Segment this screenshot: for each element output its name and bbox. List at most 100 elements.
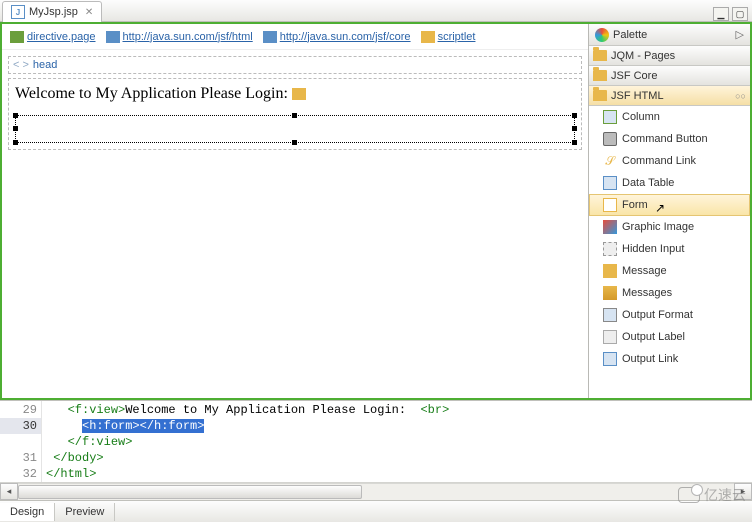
close-icon[interactable]: ✕ xyxy=(85,7,93,18)
palette-item[interactable]: Form ↖ xyxy=(589,194,750,216)
scroll-track[interactable] xyxy=(18,483,734,500)
palette-item-list: Column Command Button 𝒮Command Link Data Ta… xyxy=(589,106,750,398)
code-line[interactable]: <f:view>Welcome to My Application Please… xyxy=(46,402,752,418)
design-toolbar: directive.page http://java.sun.com/jsf/ht… xyxy=(2,24,588,50)
drawer-label: JSF Core xyxy=(611,70,657,82)
tab-title: MyJsp.jsp xyxy=(29,6,78,18)
graphic-icon xyxy=(603,220,617,234)
resize-handle[interactable] xyxy=(572,140,577,145)
welcome-text-row: Welcome to My Application Please Login: xyxy=(15,85,575,103)
resize-handle[interactable] xyxy=(572,113,577,118)
head-element-box[interactable]: < > head xyxy=(8,56,582,74)
line-number: 29 xyxy=(0,402,37,418)
tag-icon: < > xyxy=(13,59,29,71)
palette-drawer[interactable]: JQM - Pages xyxy=(589,46,750,66)
scroll-right-button[interactable]: ▸ xyxy=(734,483,752,500)
palette-item[interactable]: Message xyxy=(589,260,750,282)
datatable-icon xyxy=(603,176,617,190)
resize-handle[interactable] xyxy=(292,113,297,118)
code-line[interactable]: </html> xyxy=(46,466,752,482)
palette-panel: Palette ▷ JQM - PagesJSF CoreJSF HTML○○ … xyxy=(588,24,750,398)
code-line[interactable]: </f:view> xyxy=(46,434,752,450)
maximize-button[interactable]: ▢ xyxy=(732,7,748,21)
palette-item[interactable]: Column xyxy=(589,106,750,128)
editor-tab-bar: J MyJsp.jsp ✕ ▁ ▢ xyxy=(0,0,752,22)
resize-handle[interactable] xyxy=(13,113,18,118)
palette-item-label: Data Table xyxy=(622,177,674,189)
tab-bar-controls: ▁ ▢ xyxy=(713,7,752,21)
scroll-left-button[interactable]: ◂ xyxy=(0,483,18,500)
palette-item-label: Form xyxy=(622,199,648,211)
palette-item-label: Output Link xyxy=(622,353,678,365)
cmdbtn-icon xyxy=(603,132,617,146)
toolbar-item[interactable]: directive.page xyxy=(10,31,96,43)
messages-icon xyxy=(603,286,617,300)
drawer-label: JQM - Pages xyxy=(611,50,675,62)
tab-design[interactable]: Design xyxy=(0,503,55,521)
palette-item[interactable]: Hidden Input xyxy=(589,238,750,260)
palette-item-label: Graphic Image xyxy=(622,221,694,233)
source-editor[interactable]: 2930313233 <f:view>Welcome to My Applica… xyxy=(0,400,752,482)
palette-drawer[interactable]: JSF Core xyxy=(589,66,750,86)
resize-handle[interactable] xyxy=(572,126,577,131)
palette-item-label: Command Button xyxy=(622,133,708,145)
scroll-thumb[interactable] xyxy=(18,485,362,499)
design-area: directive.page http://java.sun.com/jsf/ht… xyxy=(2,24,588,398)
head-label: head xyxy=(33,59,57,71)
palette-header[interactable]: Palette ▷ xyxy=(589,24,750,46)
line-gutter: 2930313233 xyxy=(0,401,42,482)
folder-icon xyxy=(593,90,607,101)
resize-handle[interactable] xyxy=(13,140,18,145)
pin-icon[interactable]: ○○ xyxy=(735,91,746,101)
outlabel-icon xyxy=(603,330,617,344)
editor-tab[interactable]: J MyJsp.jsp ✕ xyxy=(2,1,102,22)
code-line[interactable]: <h:form></h:form> xyxy=(46,418,752,434)
message-icon xyxy=(603,264,617,278)
chevron-right-icon[interactable]: ▷ xyxy=(736,28,744,41)
code-line[interactable]: </body> xyxy=(46,450,752,466)
palette-item[interactable]: Output Link xyxy=(589,348,750,370)
toolbar-item[interactable]: scriptlet xyxy=(421,31,476,43)
cursor-icon: ↖ xyxy=(655,201,665,215)
line-number: 32 xyxy=(0,466,37,482)
resize-handle[interactable] xyxy=(13,126,18,131)
palette-drawer[interactable]: JSF HTML○○ xyxy=(589,86,750,106)
minimize-button[interactable]: ▁ xyxy=(713,7,729,21)
palette-item-label: Output Label xyxy=(622,331,685,343)
outlink-icon xyxy=(603,352,617,366)
palette-item[interactable]: Messages xyxy=(589,282,750,304)
tab-preview[interactable]: Preview xyxy=(55,503,115,521)
palette-item[interactable]: Command Button xyxy=(589,128,750,150)
palette-item[interactable]: Data Table xyxy=(589,172,750,194)
toolbar-item-label: http://java.sun.com/jsf/html xyxy=(123,31,253,43)
palette-item[interactable]: Output Format xyxy=(589,304,750,326)
taglib-icon xyxy=(106,31,120,43)
outfmt-icon xyxy=(603,308,617,322)
palette-title: Palette xyxy=(613,29,647,41)
palette-item[interactable]: 𝒮Command Link xyxy=(589,150,750,172)
palette-item-label: Command Link xyxy=(622,155,696,167)
column-icon xyxy=(603,110,617,124)
body-element-box[interactable]: Welcome to My Application Please Login: xyxy=(8,78,582,150)
toolbar-item-label: scriptlet xyxy=(438,31,476,43)
taglib-icon xyxy=(421,31,435,43)
toolbar-item[interactable]: http://java.sun.com/jsf/html xyxy=(106,31,253,43)
palette-item-label: Message xyxy=(622,265,667,277)
hidden-icon xyxy=(603,242,617,256)
toolbar-item-label: directive.page xyxy=(27,31,96,43)
horizontal-scrollbar: ◂ ▸ xyxy=(0,482,752,500)
main-split: directive.page http://java.sun.com/jsf/ht… xyxy=(0,22,752,400)
palette-item[interactable]: Graphic Image xyxy=(589,216,750,238)
toolbar-item[interactable]: http://java.sun.com/jsf/core xyxy=(263,31,411,43)
palette-item[interactable]: Output Label xyxy=(589,326,750,348)
resize-handle[interactable] xyxy=(292,140,297,145)
form-element-selection[interactable] xyxy=(15,115,575,143)
line-number: 31 xyxy=(0,450,37,466)
palette-icon xyxy=(595,28,609,42)
taglib-icon xyxy=(10,31,24,43)
code-lines[interactable]: <f:view>Welcome to My Application Please… xyxy=(42,401,752,482)
br-tag-icon xyxy=(292,88,306,100)
design-canvas[interactable]: < > head Welcome to My Application Pleas… xyxy=(2,50,588,398)
toolbar-item-label: http://java.sun.com/jsf/core xyxy=(280,31,411,43)
taglib-icon xyxy=(263,31,277,43)
